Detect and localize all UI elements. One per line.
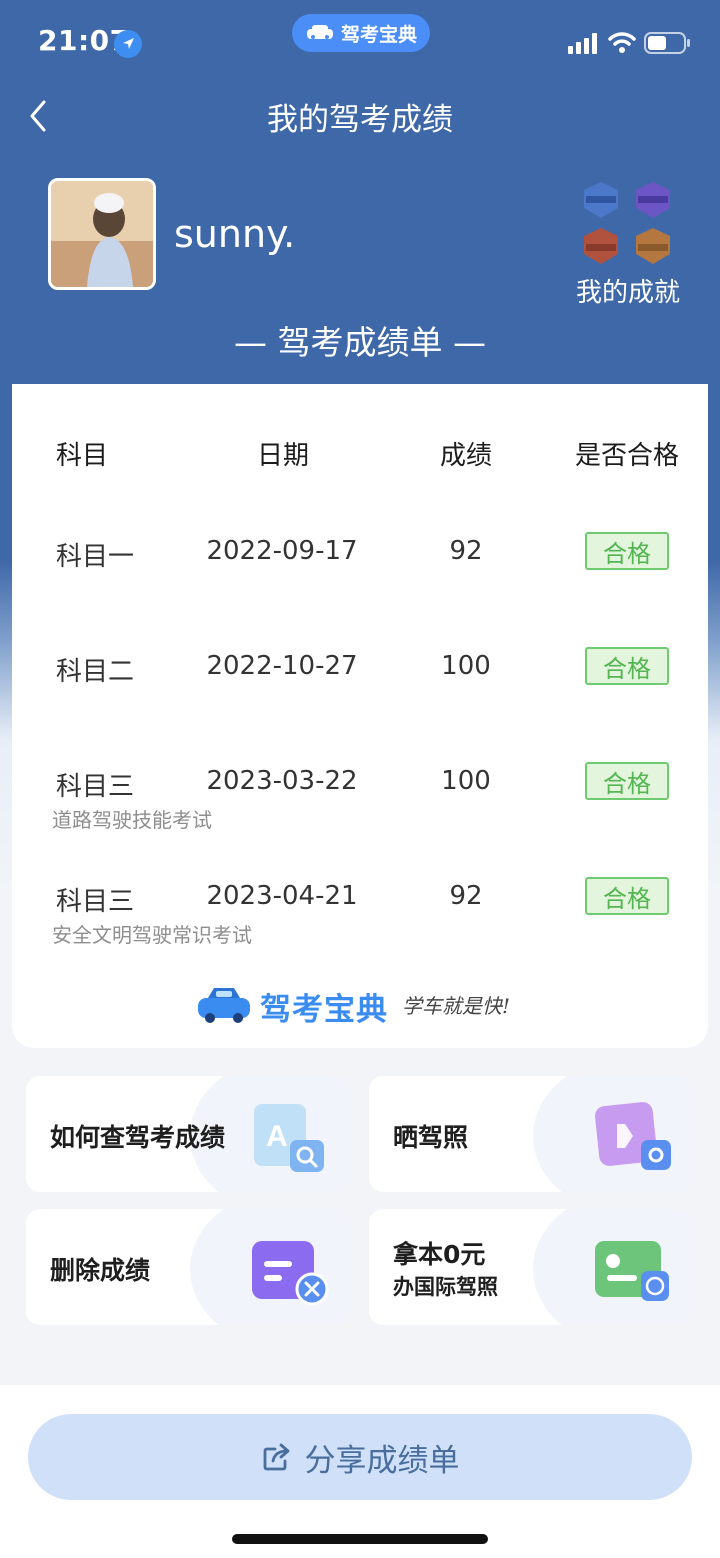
battery-icon bbox=[644, 32, 690, 54]
achievements-link[interactable]: 我的成就 bbox=[566, 272, 690, 309]
header-pass: 是否合格 bbox=[574, 441, 679, 471]
page-title: 我的驾考成绩 bbox=[267, 102, 453, 138]
share-icon bbox=[263, 1443, 289, 1471]
pass-tag: 合格 bbox=[585, 877, 669, 915]
row-subject: 科目一 bbox=[56, 542, 135, 572]
location-arrow-icon bbox=[114, 30, 142, 58]
row-date: 2023-04-21 bbox=[206, 881, 358, 911]
pass-tag: 合格 bbox=[585, 647, 669, 685]
achievement-badges[interactable] bbox=[578, 180, 678, 268]
car-logo-icon bbox=[198, 988, 250, 1023]
search-document-icon: A bbox=[254, 1104, 324, 1172]
row-date: 2022-10-27 bbox=[206, 651, 358, 681]
header-subject: 科目 bbox=[55, 441, 108, 471]
tile-share-license[interactable]: 晒驾照 bbox=[369, 1076, 693, 1192]
photo-share-icon bbox=[595, 1102, 671, 1170]
international-license-icon bbox=[595, 1241, 669, 1301]
row-score: 100 bbox=[441, 766, 491, 796]
row-score: 92 bbox=[449, 536, 483, 566]
tile-international-license[interactable]: 拿本0元 办国际驾照 bbox=[369, 1209, 693, 1325]
header-score: 成绩 bbox=[439, 441, 492, 471]
tile-check-scores[interactable]: 如何查驾考成绩 A bbox=[26, 1076, 350, 1192]
row-note: 安全文明驾驶常识考试 bbox=[52, 923, 252, 947]
badge-blue-icon bbox=[584, 182, 618, 218]
tile-delete-scores[interactable]: 删除成绩 bbox=[26, 1209, 350, 1325]
row-score: 92 bbox=[449, 881, 483, 911]
score-card bbox=[12, 384, 708, 1048]
car-icon bbox=[306, 25, 333, 39]
row-score: 100 bbox=[441, 651, 491, 681]
badge-gold-icon bbox=[636, 228, 670, 264]
row-note: 道路驾驶技能考试 bbox=[52, 808, 212, 832]
tile-sublabel: 办国际驾照 bbox=[393, 1275, 498, 1299]
cellular-signal-icon bbox=[568, 33, 597, 54]
row-subject: 科目三 bbox=[56, 772, 135, 802]
pass-tag: 合格 bbox=[585, 532, 669, 570]
row-date: 2023-03-22 bbox=[206, 766, 358, 796]
delete-record-icon bbox=[252, 1241, 329, 1306]
app-pill-label: 驾考宝典 bbox=[340, 23, 417, 46]
tile-label: 拿本0元 bbox=[393, 1240, 486, 1269]
username: sunny. bbox=[174, 212, 296, 256]
share-score-sheet-button[interactable]: 分享成绩单 bbox=[28, 1414, 692, 1500]
row-date: 2022-09-17 bbox=[206, 536, 358, 566]
badge-bronze-icon bbox=[584, 228, 618, 264]
tile-label: 晒驾照 bbox=[393, 1123, 469, 1152]
pass-tag: 合格 bbox=[585, 762, 669, 800]
app-return-pill[interactable]: 驾考宝典 bbox=[292, 14, 430, 52]
brand-name: 驾考宝典 bbox=[260, 992, 388, 1028]
header-date: 日期 bbox=[256, 441, 309, 471]
avatar[interactable] bbox=[48, 178, 156, 290]
home-indicator[interactable] bbox=[232, 1534, 488, 1544]
tile-label: 删除成绩 bbox=[50, 1256, 151, 1285]
svg-text:A: A bbox=[266, 1120, 288, 1153]
score-sheet-title: — 驾考成绩单 — bbox=[234, 323, 486, 362]
tile-label: 如何查驾考成绩 bbox=[50, 1123, 226, 1152]
row-subject: 科目二 bbox=[56, 657, 135, 687]
brand-slogan: 学车就是快! bbox=[402, 994, 511, 1018]
wifi-icon bbox=[608, 32, 636, 53]
badge-purple-icon bbox=[636, 182, 670, 218]
share-button-label: 分享成绩单 bbox=[304, 1442, 460, 1479]
row-subject: 科目三 bbox=[56, 887, 135, 917]
